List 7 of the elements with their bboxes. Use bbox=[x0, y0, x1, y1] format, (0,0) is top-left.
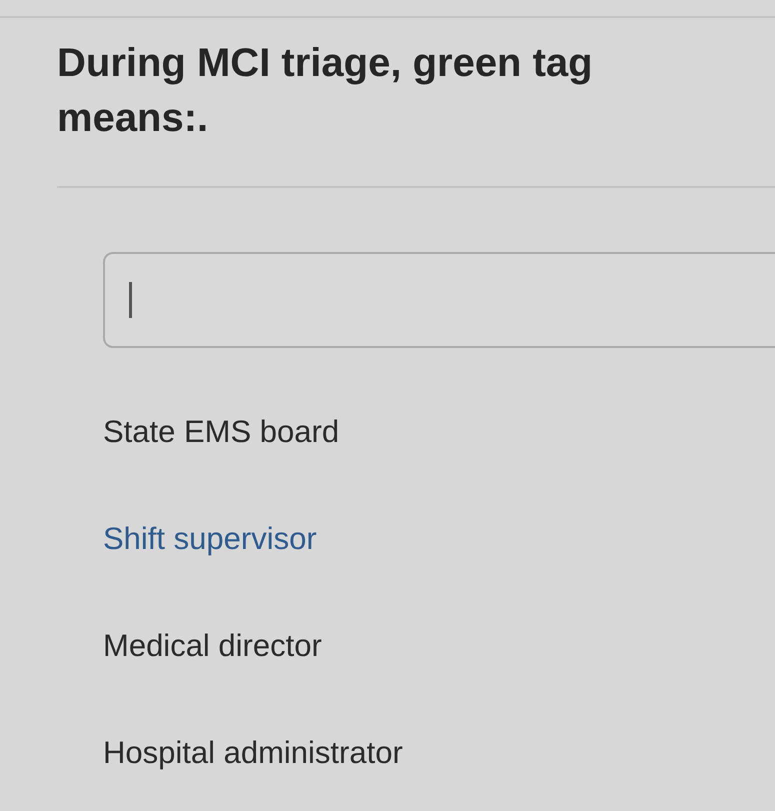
answer-option[interactable]: Medical director bbox=[103, 628, 322, 664]
answer-option[interactable]: Hospital administrator bbox=[103, 735, 403, 771]
answer-field[interactable] bbox=[103, 252, 775, 348]
answer-option[interactable]: State EMS board bbox=[103, 414, 340, 450]
question-text: During MCI triage, green tag means:. bbox=[57, 40, 594, 142]
answer-option[interactable]: Shift supervisor bbox=[103, 521, 317, 557]
text-cursor-icon bbox=[129, 282, 132, 318]
